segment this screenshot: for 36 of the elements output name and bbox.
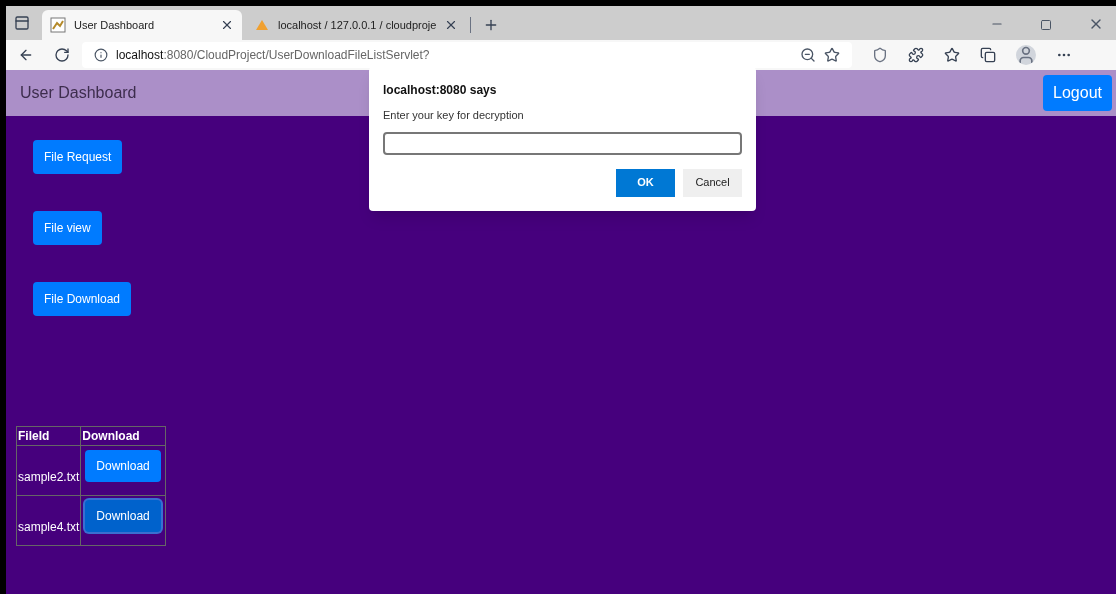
column-header: Download	[80, 426, 166, 446]
browser-tab[interactable]: User Dashboard	[42, 10, 242, 40]
cancel-button[interactable]: Cancel	[683, 168, 742, 197]
column-header: FileId	[16, 426, 81, 446]
extensions-icon[interactable]	[908, 47, 924, 63]
address-bar[interactable]: localhost:8080/CloudProject/UserDownloadFileListServlet?	[82, 42, 852, 68]
back-icon[interactable]	[18, 47, 34, 63]
download-button[interactable]: Download	[85, 450, 161, 482]
table-cell: sample2.txt	[16, 445, 81, 496]
tab-title: localhost / 127.0.0.1 / cloudproje	[278, 17, 437, 33]
tab-actions-icon[interactable]	[14, 15, 30, 31]
site-favicon-icon	[50, 17, 66, 33]
url-text: localhost:8080/CloudProject/UserDownloadFileListServlet?	[116, 47, 430, 64]
info-icon	[94, 48, 108, 62]
ok-button[interactable]: OK	[616, 168, 675, 197]
dialog-title: localhost:8080 says	[383, 82, 498, 99]
table-cell: sample4.txt	[16, 495, 81, 546]
favorite-star-icon[interactable]	[824, 47, 840, 63]
zoom-out-icon[interactable]	[800, 47, 816, 63]
collections-icon[interactable]	[980, 47, 996, 63]
favorites-icon[interactable]	[944, 47, 960, 63]
shield-icon[interactable]	[872, 47, 888, 63]
navbar-title: User Dashboard	[20, 83, 137, 103]
download-button[interactable]: Download	[85, 500, 161, 532]
browser-tab[interactable]: localhost / 127.0.0.1 / cloudproje	[246, 10, 467, 40]
profile-avatar-icon[interactable]	[1016, 45, 1036, 65]
menu-button[interactable]: File Request	[33, 140, 123, 174]
close-icon[interactable]	[220, 18, 234, 32]
menu-button[interactable]: File view	[33, 211, 102, 245]
logout-button[interactable]: Logout	[1043, 75, 1112, 111]
dialog-message: Enter your key for decryption	[383, 108, 525, 123]
reload-icon[interactable]	[54, 47, 70, 63]
tab-title: User Dashboard	[74, 17, 156, 33]
restore-icon[interactable]	[1040, 19, 1052, 31]
menu-button[interactable]: File Download	[33, 282, 132, 316]
key-input-field[interactable]	[383, 131, 742, 155]
